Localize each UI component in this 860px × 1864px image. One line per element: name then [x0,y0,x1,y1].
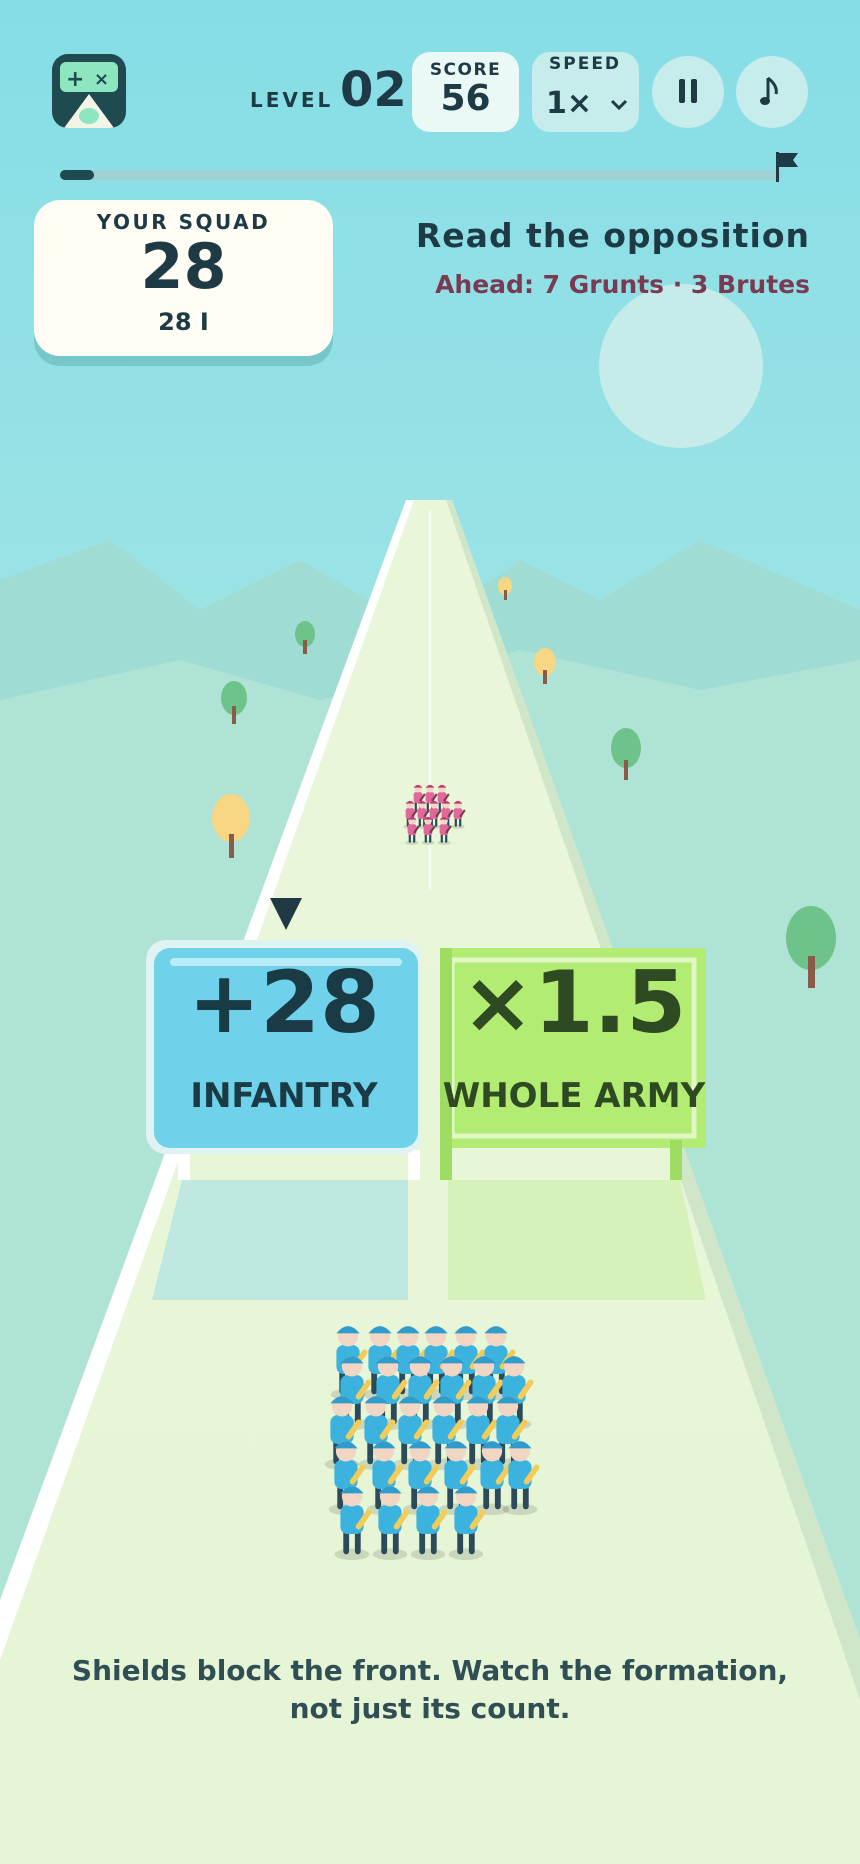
score-value: 56 [440,78,491,119]
level-progress-fill [60,170,94,180]
music-button[interactable] [736,56,808,128]
level-number: 02 [340,62,407,118]
level-progress-track [60,170,782,180]
gate-infantry-value[interactable]: +28 [152,960,416,1046]
squad-count: 28 [140,230,227,303]
svg-text:+: + [66,67,84,92]
gate-infantry-label[interactable]: INFANTRY [152,1076,416,1116]
gate-whole-army-label[interactable]: WHOLE ARMY [442,1076,706,1116]
level-label: LEVEL [250,88,334,112]
hint-text: Shields block the front. Watch the forma… [60,1652,800,1728]
squad-card: YOUR SQUAD 28 28 I [34,200,333,356]
app-logo: + × [52,54,126,128]
objective-title: Read the opposition [415,216,810,255]
speed-label: SPEED [549,54,622,74]
sun [599,284,763,448]
score-label: SCORE [429,60,502,80]
flag-icon [774,150,800,188]
hint-line-2: not just its count. [289,1692,571,1725]
gate-whole-army-value[interactable]: ×1.5 [442,960,706,1046]
music-note-icon [760,76,778,105]
pause-icon [679,79,697,103]
hint-line-1: Shields block the front. Watch the forma… [71,1654,789,1687]
squad-breakdown: 28 I [158,308,209,336]
pause-button[interactable] [652,56,724,128]
objective-subtitle: Ahead: 7 Grunts · 3 Brutes [435,270,810,299]
svg-text:×: × [94,69,109,90]
speed-value: 1× [546,86,593,121]
score-display: SCORE 56 [412,52,519,132]
chevron-down-icon [610,96,628,115]
speed-select[interactable]: SPEED 1× [532,52,639,132]
